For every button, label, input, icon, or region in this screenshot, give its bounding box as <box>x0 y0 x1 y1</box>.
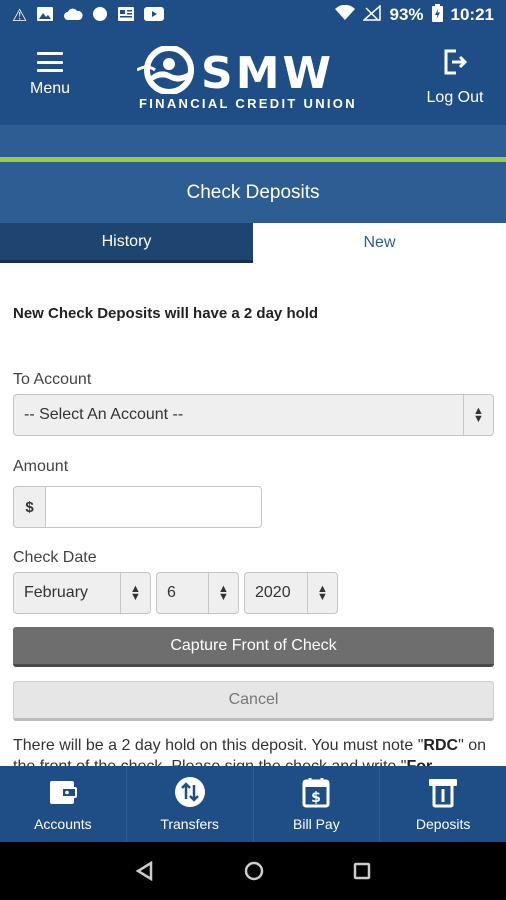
chevron-updown-icon: ▲ ▼ <box>208 573 238 613</box>
disclaimer-for: For <box>406 758 432 766</box>
logo-subtitle: FINANCIAL CREDIT UNION <box>139 96 357 111</box>
logout-label: Log Out <box>426 89 484 106</box>
back-icon[interactable] <box>135 861 155 881</box>
hold-notice: New Check Deposits will have a 2 day hol… <box>13 305 319 322</box>
chevron-updown-icon: ▲ ▼ <box>120 573 150 613</box>
app-header: Menu SMW FINANCIAL CREDIT UNION Log Out <box>0 30 506 125</box>
to-account-select[interactable]: -- Select An Account -- ▲ ▼ <box>13 394 494 436</box>
nav-deposits-label: Deposits <box>415 816 471 832</box>
circle-icon <box>92 6 108 25</box>
logout-button[interactable]: Log Out <box>420 48 490 107</box>
capture-front-button[interactable]: Capture Front of Check <box>13 627 494 667</box>
system-indicators: 93% 10:21 <box>335 3 494 27</box>
deposit-disclaimer: There will be a 2 day hold on this depos… <box>13 735 494 766</box>
month-select[interactable]: February ▲ ▼ <box>13 572 151 614</box>
logo-name: SMW <box>201 48 335 99</box>
recents-icon[interactable] <box>353 862 371 880</box>
cloud-icon <box>63 7 83 24</box>
year-select[interactable]: 2020 ▲ ▼ <box>244 572 338 614</box>
swimmer-logo-icon <box>137 46 194 94</box>
logout-icon <box>444 49 468 75</box>
currency-addon: $ <box>13 486 46 528</box>
year-value: 2020 <box>255 584 291 601</box>
tab-bar: History New <box>0 223 506 263</box>
sub-header-bar <box>0 125 506 157</box>
amount-label: Amount <box>13 458 69 475</box>
deposit-form: New Check Deposits will have a 2 day hol… <box>0 263 506 766</box>
nav-accounts-label: Accounts <box>34 816 92 832</box>
nav-transfers[interactable]: Transfers <box>127 766 254 842</box>
warning-icon: ⚠ <box>12 5 28 25</box>
amount-input[interactable] <box>46 486 262 528</box>
to-account-value: -- Select An Account -- <box>24 406 184 423</box>
hamburger-icon <box>37 52 63 72</box>
smw-logo: SMW FINANCIAL CREDIT UNION <box>137 46 377 116</box>
youtube-icon <box>144 6 165 24</box>
clock: 10:21 <box>450 5 494 24</box>
menu-button[interactable]: Menu <box>20 52 80 98</box>
wifi-icon <box>335 4 356 26</box>
nav-transfers-label: Transfers <box>160 816 219 832</box>
chevron-updown-icon: ▲ ▼ <box>463 395 493 435</box>
cancel-button[interactable]: Cancel <box>13 681 494 721</box>
battery-icon <box>431 3 443 27</box>
check-date-label: Check Date <box>13 549 97 566</box>
calendar-dollar-icon: $ <box>302 778 330 808</box>
amount-field-group: $ <box>13 486 262 528</box>
nav-deposits[interactable]: Deposits <box>380 766 506 842</box>
wallet-icon <box>49 781 77 804</box>
menu-label: Menu <box>29 80 71 97</box>
page-title: Check Deposits <box>0 162 506 223</box>
system-nav-bar <box>0 842 506 900</box>
notification-icons: ⚠ <box>12 5 165 25</box>
tab-history[interactable]: History <box>0 223 253 263</box>
month-value: February <box>24 584 89 601</box>
battery-percent: 93% <box>389 5 424 24</box>
chevron-updown-icon: ▲ ▼ <box>307 573 337 613</box>
bottom-nav: Accounts Transfers $ Bill Pay Deposits <box>0 766 506 842</box>
nav-accounts[interactable]: Accounts <box>0 766 127 842</box>
disclaimer-text: There will be a 2 day hold on this depos… <box>13 737 424 754</box>
svg-text:$: $ <box>312 790 322 806</box>
home-icon[interactable] <box>244 861 264 881</box>
disclaimer-rdc: RDC <box>423 737 459 754</box>
day-value: 6 <box>167 584 176 601</box>
tab-new[interactable]: New <box>253 223 506 263</box>
nav-bill-pay[interactable]: $ Bill Pay <box>254 766 381 842</box>
no-signal-icon <box>362 3 382 26</box>
to-account-label: To Account <box>13 371 92 388</box>
news-icon <box>117 6 135 25</box>
check-deposit-icon <box>429 779 458 808</box>
image-icon <box>36 6 54 25</box>
nav-bill-pay-label: Bill Pay <box>293 816 340 832</box>
day-select[interactable]: 6 ▲ ▼ <box>156 572 239 614</box>
transfer-icon <box>174 777 205 807</box>
status-bar: ⚠ 93% 10:21 <box>0 0 506 30</box>
